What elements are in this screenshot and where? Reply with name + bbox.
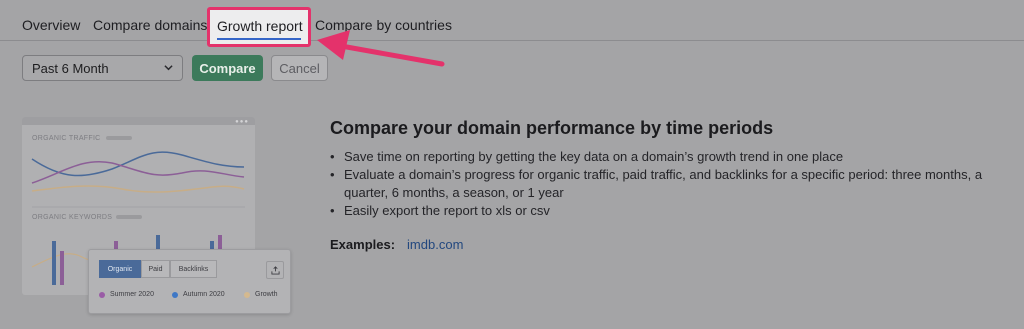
preview-legend-card: Organic Paid Backlinks Summer 2020 Autum… [88,249,291,314]
examples-label: Examples: [330,237,396,252]
keyword-bar [52,241,56,285]
list-item: Easily export the report to xls or csv [328,202,1018,220]
cancel-button[interactable]: Cancel [271,55,328,81]
keyword-bar [60,251,64,285]
list-item: Save time on reporting by getting the ke… [328,148,1018,166]
segment-backlinks: Backlinks [170,260,217,278]
list-item: Evaluate a domain’s progress for organic… [328,166,1018,202]
examples-row: Examples: imdb.com [330,237,463,252]
keyword-bar [156,235,160,249]
keyword-bar [218,235,222,249]
traffic-line-growth [31,185,245,193]
legend-dot [99,291,105,298]
legend-growth: Growth [244,291,278,298]
traffic-line-summer [31,161,245,184]
legend-autumn: Autumn 2020 [172,291,225,298]
period-select-value: Past 6 Month [32,61,109,76]
export-icon [266,261,284,279]
legend-growth-label: Growth [255,291,278,298]
legend-summer-label: Summer 2020 [110,291,154,298]
legend-autumn-label: Autumn 2020 [183,291,225,298]
feature-list: Save time on reporting by getting the ke… [328,148,1018,220]
compare-button[interactable]: Compare [192,55,263,81]
segment-paid: Paid [141,260,170,278]
example-link[interactable]: imdb.com [407,237,463,252]
chevron-down-icon [164,65,173,71]
page-heading: Compare your domain performance by time … [330,118,774,138]
legend-dot [244,291,250,298]
legend-dot [172,291,178,298]
segment-organic: Organic [99,260,141,278]
keyword-bar [210,241,214,249]
legend-summer: Summer 2020 [99,291,154,298]
period-select[interactable]: Past 6 Month [22,55,183,81]
